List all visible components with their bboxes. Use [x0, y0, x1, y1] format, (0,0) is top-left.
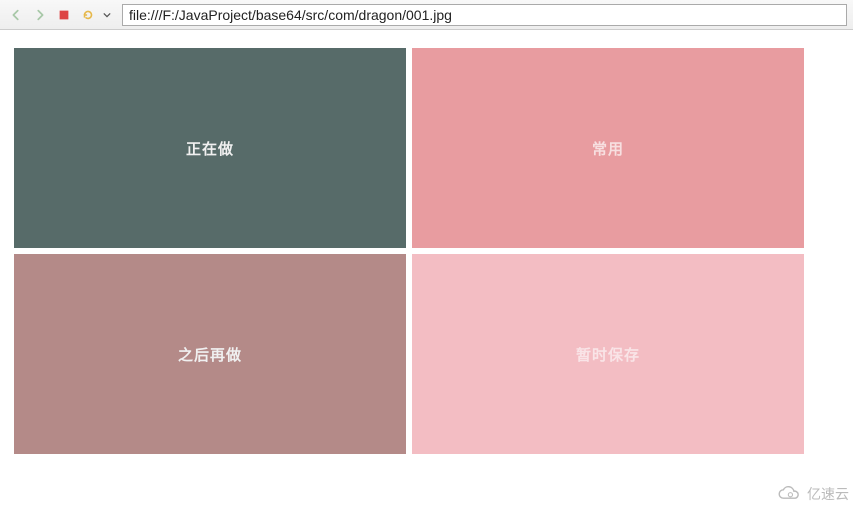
cloud-icon — [775, 485, 803, 503]
arrow-left-icon — [9, 8, 23, 22]
tile-save[interactable]: 暂时保存 — [412, 254, 804, 454]
tile-label: 之后再做 — [178, 344, 242, 365]
refresh-icon — [81, 8, 95, 22]
address-bar[interactable] — [122, 4, 847, 26]
stop-icon — [57, 8, 71, 22]
tile-label: 正在做 — [186, 138, 234, 159]
tile-label: 常用 — [592, 138, 624, 159]
tile-label: 暂时保存 — [576, 344, 640, 365]
watermark: 亿速云 — [775, 484, 849, 504]
forward-button[interactable] — [30, 5, 50, 25]
refresh-button[interactable] — [78, 5, 98, 25]
stop-button[interactable] — [54, 5, 74, 25]
history-dropdown[interactable] — [102, 5, 112, 25]
tile-later[interactable]: 之后再做 — [14, 254, 406, 454]
chevron-down-icon — [103, 11, 111, 19]
tile-frequent[interactable]: 常用 — [412, 48, 804, 248]
arrow-right-icon — [33, 8, 47, 22]
tile-grid: 正在做 常用 之后再做 暂时保存 — [14, 48, 804, 454]
watermark-text: 亿速云 — [807, 484, 849, 504]
content-area: 正在做 常用 之后再做 暂时保存 — [0, 30, 853, 468]
browser-toolbar — [0, 0, 853, 30]
tile-doing[interactable]: 正在做 — [14, 48, 406, 248]
back-button[interactable] — [6, 5, 26, 25]
